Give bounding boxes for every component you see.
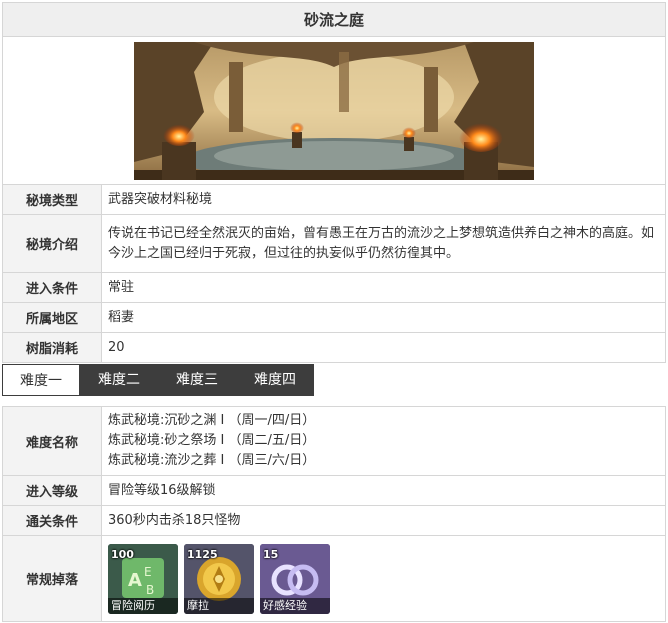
drop-name: 好感经验 — [260, 597, 330, 614]
drop-quantity: 15 — [263, 547, 279, 561]
difficulty-drops-cell: A E B 100 冒险阅历 1125 摩拉 15 好感经验 — [101, 535, 666, 622]
info-row-condition: 进入条件 常驻 — [2, 272, 666, 303]
info-row-intro: 秘境介绍 传说在书记已经全然泯灭的亩始，曾有愚王在万古的流沙之上梦想筑造供养白之… — [2, 214, 666, 273]
info-row-value: 20 — [101, 332, 666, 363]
drop-item[interactable]: 1125 摩拉 — [184, 543, 254, 614]
difficulty-drops-label: 常规掉落 — [2, 535, 102, 622]
info-row-value: 稻妻 — [101, 302, 666, 333]
drops-list: A E B 100 冒险阅历 1125 摩拉 15 好感经验 — [108, 542, 659, 616]
difficulty-table: 难度名称 炼武秘境:沉砂之渊 Ⅰ （周一/四/日） 炼武秘境:砂之祭场 Ⅰ （周… — [2, 406, 666, 622]
domain-scene-illustration — [134, 41, 534, 180]
info-row-label: 进入条件 — [2, 272, 102, 303]
svg-text:B: B — [146, 583, 154, 597]
difficulty-name-line: 炼武秘境:流沙之葬 Ⅰ （周三/六/日） — [108, 453, 316, 468]
difficulty-name-line: 炼武秘境:砂之祭场 Ⅰ （周二/五/日） — [108, 433, 316, 448]
difficulty-level-row: 进入等级 冒险等级16级解锁 — [2, 475, 666, 506]
domain-banner-image — [134, 41, 534, 180]
tab-difficulty-3[interactable]: 难度三 — [158, 364, 236, 396]
drop-item[interactable]: A E B 100 冒险阅历 — [108, 543, 178, 614]
info-row-label: 树脂消耗 — [2, 332, 102, 363]
info-row-label: 所属地区 — [2, 302, 102, 333]
drop-quantity: 1125 — [187, 547, 218, 561]
drop-quantity: 100 — [111, 547, 134, 561]
info-row-resin: 树脂消耗 20 — [2, 332, 666, 363]
info-row-value: 传说在书记已经全然泯灭的亩始，曾有愚王在万古的流沙之上梦想筑造供养白之神木的高庭… — [101, 214, 666, 273]
domain-info-table: 砂流之庭 秘境类型 武器突破材料秘境 秘境介绍 传说在书记已经全然泯灭的亩始，曾… — [2, 2, 666, 363]
difficulty-name-label: 难度名称 — [2, 406, 102, 476]
difficulty-name-line: 炼武秘境:沉砂之渊 Ⅰ （周一/四/日） — [108, 413, 316, 428]
tab-difficulty-2[interactable]: 难度二 — [80, 364, 158, 396]
difficulty-name-row: 难度名称 炼武秘境:沉砂之渊 Ⅰ （周一/四/日） 炼武秘境:砂之祭场 Ⅰ （周… — [2, 406, 666, 476]
domain-title: 砂流之庭 — [2, 2, 666, 37]
banner-cell — [2, 36, 666, 185]
info-row-type: 秘境类型 武器突破材料秘境 — [2, 184, 666, 215]
difficulty-name-values: 炼武秘境:沉砂之渊 Ⅰ （周一/四/日） 炼武秘境:砂之祭场 Ⅰ （周二/五/日… — [101, 406, 666, 476]
drop-item[interactable]: 15 好感经验 — [260, 543, 330, 614]
difficulty-tabs: 难度一 难度二 难度三 难度四 — [2, 364, 314, 396]
tab-difficulty-4[interactable]: 难度四 — [236, 364, 314, 396]
drop-name: 摩拉 — [184, 597, 254, 614]
difficulty-level-label: 进入等级 — [2, 475, 102, 506]
svg-text:A: A — [128, 570, 142, 591]
difficulty-level-value: 冒险等级16级解锁 — [101, 475, 666, 506]
info-row-region: 所属地区 稻妻 — [2, 302, 666, 333]
drop-name: 冒险阅历 — [108, 597, 178, 614]
tab-difficulty-1[interactable]: 难度一 — [2, 364, 80, 396]
svg-text:E: E — [144, 565, 152, 579]
difficulty-clear-value: 360秒内击杀18只怪物 — [101, 505, 666, 536]
info-row-label: 秘境介绍 — [2, 214, 102, 273]
difficulty-drops-row: 常规掉落 A E B 100 冒险阅历 1125 摩拉 15 好感经验 — [2, 535, 666, 622]
difficulty-clear-row: 通关条件 360秒内击杀18只怪物 — [2, 505, 666, 536]
info-row-label: 秘境类型 — [2, 184, 102, 215]
info-row-value: 常驻 — [101, 272, 666, 303]
difficulty-clear-label: 通关条件 — [2, 505, 102, 536]
info-row-value: 武器突破材料秘境 — [101, 184, 666, 215]
